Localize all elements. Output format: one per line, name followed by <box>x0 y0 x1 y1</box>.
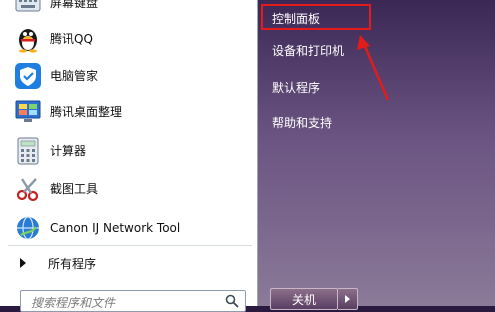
annotation-arrow-icon <box>357 35 390 101</box>
